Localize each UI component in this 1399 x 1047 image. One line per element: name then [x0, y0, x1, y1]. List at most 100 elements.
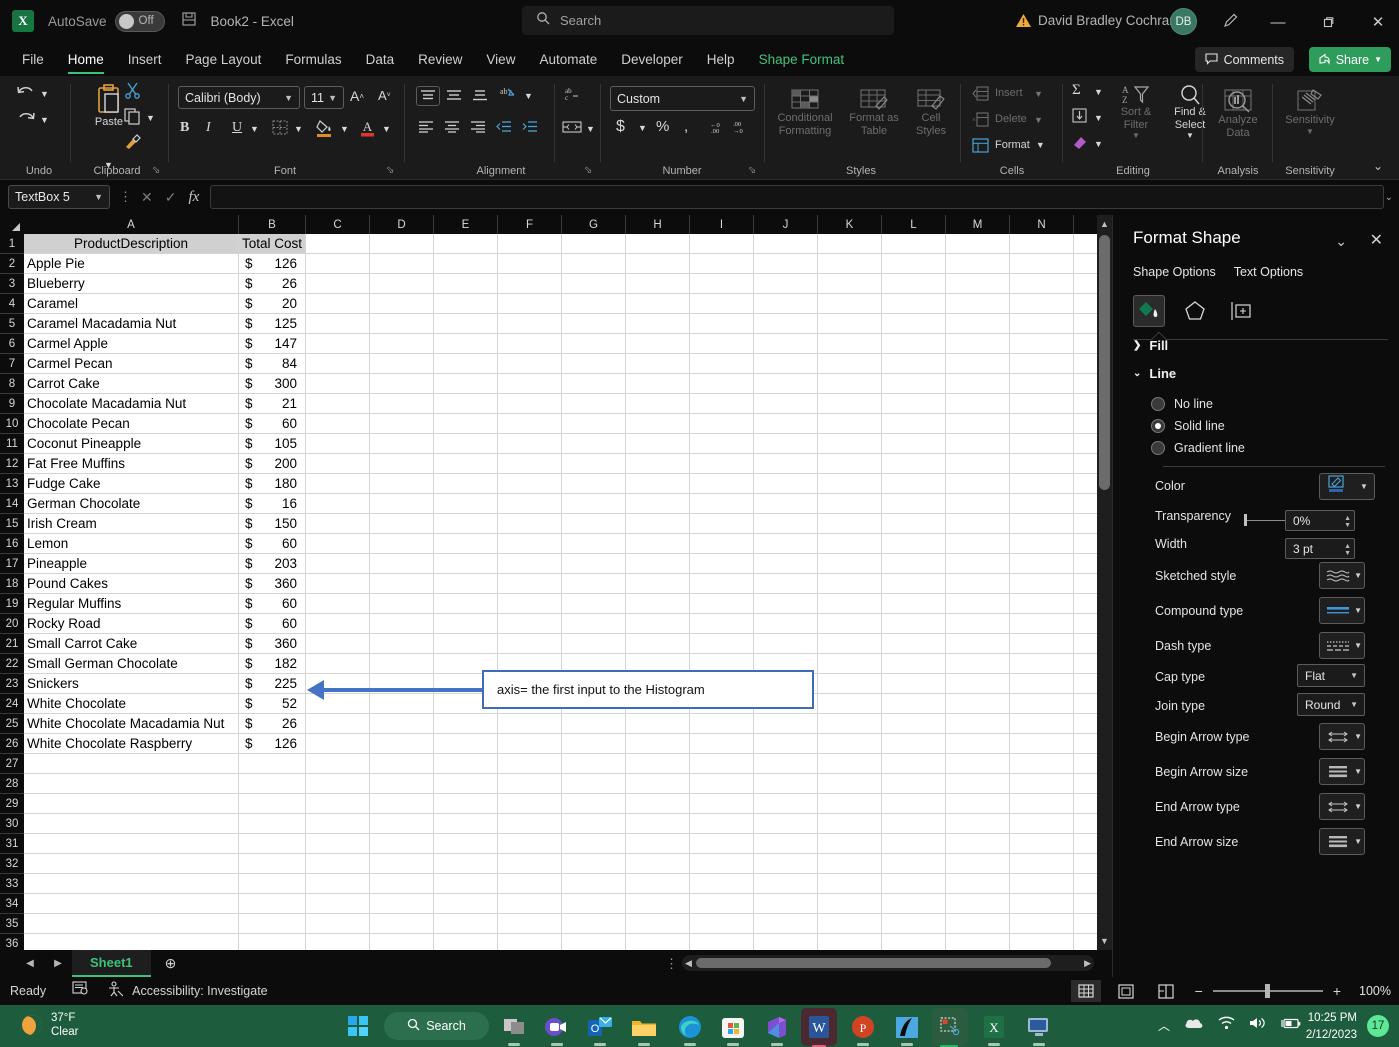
textbox-shape[interactable]: axis= the first input to the Histogram	[482, 670, 814, 709]
font-color-chevron-down-icon[interactable]: ▼	[382, 124, 391, 134]
cell-i28[interactable]	[690, 774, 754, 794]
cell-d28[interactable]	[370, 774, 434, 794]
cell-j35[interactable]	[754, 914, 818, 934]
compound-type-dropdown[interactable]: ▼	[1319, 597, 1365, 624]
column-header-k[interactable]: K	[818, 215, 882, 234]
cell-f9[interactable]	[498, 394, 562, 414]
cell-i26[interactable]	[690, 734, 754, 754]
vertical-scrollbar[interactable]: ▲ ▼	[1097, 215, 1112, 950]
powerpoint-icon[interactable]: P	[846, 1010, 880, 1046]
cell-h31[interactable]	[626, 834, 690, 854]
cell-m14[interactable]	[946, 494, 1010, 514]
cell-j15[interactable]	[754, 514, 818, 534]
percent-format-button[interactable]: %	[656, 118, 669, 135]
paint-icon[interactable]	[890, 1010, 924, 1046]
cell-h5[interactable]	[626, 314, 690, 334]
cell-n11[interactable]	[1010, 434, 1074, 454]
cell-f25[interactable]	[498, 714, 562, 734]
cell-n4[interactable]	[1010, 294, 1074, 314]
end-arrow-size-dropdown[interactable]: ▼	[1319, 828, 1365, 855]
join-type-select[interactable]: Round ▼	[1297, 693, 1365, 716]
number-format-chevron-down-icon[interactable]: ▼	[739, 94, 748, 104]
cell-b14-cost[interactable]: $16	[239, 494, 306, 514]
cell-e35[interactable]	[434, 914, 498, 934]
cell-f29[interactable]	[498, 794, 562, 814]
cell-m12[interactable]	[946, 454, 1010, 474]
underline-chevron-down-icon[interactable]: ▼	[250, 124, 259, 134]
cell-n34[interactable]	[1010, 894, 1074, 914]
zoom-out-button[interactable]: −	[1195, 983, 1203, 999]
cell-i33[interactable]	[690, 874, 754, 894]
cell-l1[interactable]	[882, 234, 946, 254]
cell-c11[interactable]	[306, 434, 370, 454]
cell-c16[interactable]	[306, 534, 370, 554]
cell-k6[interactable]	[818, 334, 882, 354]
cell-f3[interactable]	[498, 274, 562, 294]
cell-l36[interactable]	[882, 934, 946, 950]
cell-h18[interactable]	[626, 574, 690, 594]
cell-d22[interactable]	[370, 654, 434, 674]
row-header-6[interactable]: 6	[0, 334, 24, 354]
row-header-34[interactable]: 34	[0, 894, 24, 914]
cell-j36[interactable]	[754, 934, 818, 950]
cell-n10[interactable]	[1010, 414, 1074, 434]
cell-k12[interactable]	[818, 454, 882, 474]
cell-a20-product[interactable]: Rocky Road	[24, 614, 239, 634]
accounting-format-button[interactable]: $	[616, 118, 625, 136]
cell-a17-product[interactable]: Pineapple	[24, 554, 239, 574]
cell-b11-cost[interactable]: $105	[239, 434, 306, 454]
outlook-icon[interactable]: O	[583, 1010, 617, 1046]
begin-arrow-type-chevron-down-icon[interactable]: ▼	[1354, 732, 1362, 741]
scroll-left-icon[interactable]: ◀	[685, 958, 692, 969]
cell-g29[interactable]	[562, 794, 626, 814]
cell-m11[interactable]	[946, 434, 1010, 454]
cell-c35[interactable]	[306, 914, 370, 934]
onedrive-icon[interactable]	[1184, 1016, 1204, 1035]
section-fill[interactable]: ❯ Fill	[1133, 338, 1168, 353]
cell-g6[interactable]	[562, 334, 626, 354]
cell-b22-cost[interactable]: $182	[239, 654, 306, 674]
cell-c1[interactable]	[306, 234, 370, 254]
cell-h21[interactable]	[626, 634, 690, 654]
cell-e21[interactable]	[434, 634, 498, 654]
sketched-style-dropdown[interactable]: ▼	[1319, 562, 1365, 589]
font-name-chevron-down-icon[interactable]: ▼	[284, 93, 293, 103]
cell-d7[interactable]	[370, 354, 434, 374]
row-header-7[interactable]: 7	[0, 354, 24, 374]
cell-n5[interactable]	[1010, 314, 1074, 334]
orientation-chevron-down-icon[interactable]: ▼	[524, 91, 533, 101]
cell-b25-cost[interactable]: $26	[239, 714, 306, 734]
cell-h34[interactable]	[626, 894, 690, 914]
cell-l33[interactable]	[882, 874, 946, 894]
cell-g26[interactable]	[562, 734, 626, 754]
transparency-spinner-arrows[interactable]: ▲ ▼	[1344, 511, 1351, 532]
cell-e8[interactable]	[434, 374, 498, 394]
cell-b5-cost[interactable]: $125	[239, 314, 306, 334]
cell-l9[interactable]	[882, 394, 946, 414]
cell-b7-cost[interactable]: $84	[239, 354, 306, 374]
cell-b13-cost[interactable]: $180	[239, 474, 306, 494]
cell-e15[interactable]	[434, 514, 498, 534]
column-header-f[interactable]: F	[498, 215, 562, 234]
font-size-chevron-down-icon[interactable]: ▼	[328, 93, 337, 103]
cell-k8[interactable]	[818, 374, 882, 394]
cell-e3[interactable]	[434, 274, 498, 294]
cell-c27[interactable]	[306, 754, 370, 774]
copy-button[interactable]	[124, 108, 141, 125]
cell-d5[interactable]	[370, 314, 434, 334]
cell-k24[interactable]	[818, 694, 882, 714]
prev-sheet-icon[interactable]: ◀	[16, 958, 44, 969]
wrap-text-button[interactable]: ab c	[562, 86, 582, 102]
cell-f18[interactable]	[498, 574, 562, 594]
cell-j20[interactable]	[754, 614, 818, 634]
bold-button[interactable]: B	[180, 120, 189, 136]
radio-no-line[interactable]: No line	[1151, 397, 1213, 411]
row-header-5[interactable]: 5	[0, 314, 24, 334]
cell-c31[interactable]	[306, 834, 370, 854]
cell-c32[interactable]	[306, 854, 370, 874]
column-header-e[interactable]: E	[434, 215, 498, 234]
cell-j31[interactable]	[754, 834, 818, 854]
cell-g11[interactable]	[562, 434, 626, 454]
row-header-12[interactable]: 12	[0, 454, 24, 474]
cell-i19[interactable]	[690, 594, 754, 614]
